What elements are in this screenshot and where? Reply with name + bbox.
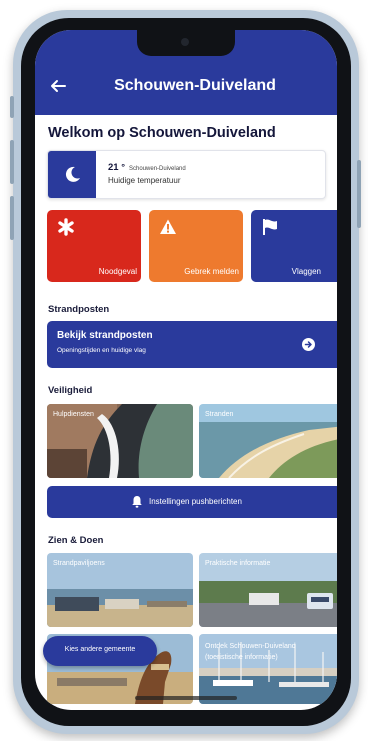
weather-card: 21 ° Schouwen-Duiveland Huidige temperatu…	[47, 150, 326, 199]
choose-municipality-label: Kies andere gemeente	[64, 646, 136, 653]
emergency-label: Noodgeval	[98, 267, 137, 276]
beaches-tile[interactable]: Stranden	[199, 404, 337, 478]
home-indicator	[135, 696, 237, 700]
bell-icon	[132, 496, 142, 508]
practical-info-label: Praktische informatie	[205, 560, 271, 567]
app-screen: Schouwen-Duiveland Welkom op Schouwen-Du…	[35, 30, 337, 710]
moon-icon	[65, 166, 80, 182]
temperature-text: 21 °	[108, 162, 126, 173]
discover-tile[interactable]: Ontdek Schouwen-Duiveland (toeristische …	[199, 634, 337, 704]
asterisk-icon	[58, 218, 74, 236]
flags-tile[interactable]: Vlaggen	[251, 210, 337, 282]
strandposten-heading: Strandposten	[48, 304, 110, 315]
power-button	[357, 160, 361, 228]
zien-doen-heading: Zien & Doen	[48, 535, 104, 546]
discover-label: Ontdek Schouwen-Duiveland (toeristische …	[205, 643, 296, 661]
notch	[137, 30, 235, 56]
temperature-value: 21 ° Schouwen-Duiveland	[108, 162, 186, 173]
view-beach-posts-title: Bekijk strandposten	[57, 330, 153, 341]
warning-icon	[160, 219, 176, 234]
arrow-right-icon	[302, 338, 315, 351]
choose-municipality-button[interactable]: Kies andere gemeente	[43, 636, 157, 666]
welcome-heading: Welkom op Schouwen-Duiveland	[48, 125, 276, 141]
emergency-services-label: Hulpdiensten	[53, 411, 94, 418]
page-title: Schouwen-Duiveland	[114, 77, 276, 94]
report-defect-label: Gebrek melden	[184, 267, 239, 276]
beach-pavilions-tile[interactable]: Strandpaviljoens	[47, 553, 193, 627]
veiligheid-heading: Veiligheid	[48, 385, 93, 396]
flags-label: Vlaggen	[291, 267, 321, 276]
mute-switch	[10, 96, 14, 118]
view-beach-posts-subtitle: Openingstijden en huidige vlag	[57, 347, 146, 354]
weather-location: Schouwen-Duiveland	[129, 166, 186, 172]
volume-down-button	[10, 196, 14, 240]
emergency-services-tile[interactable]: Hulpdiensten	[47, 404, 193, 478]
push-settings-button[interactable]: Instellingen pushberichten	[47, 486, 337, 518]
beaches-label: Stranden	[205, 411, 234, 418]
volume-up-button	[10, 140, 14, 184]
practical-info-tile[interactable]: Praktische informatie	[199, 553, 337, 627]
camera	[181, 38, 189, 46]
view-beach-posts-button[interactable]: Bekijk strandposten Openingstijden en hu…	[47, 321, 337, 368]
temperature-label: Huidige temperatuur	[108, 176, 181, 185]
emergency-tile[interactable]: Noodgeval	[47, 210, 141, 282]
push-settings-label: Instellingen pushberichten	[149, 497, 242, 506]
report-defect-tile[interactable]: Gebrek melden	[149, 210, 243, 282]
weather-icon-box	[48, 151, 96, 198]
flag-icon	[263, 219, 277, 235]
beach-pavilions-label: Strandpaviljoens	[53, 560, 105, 567]
